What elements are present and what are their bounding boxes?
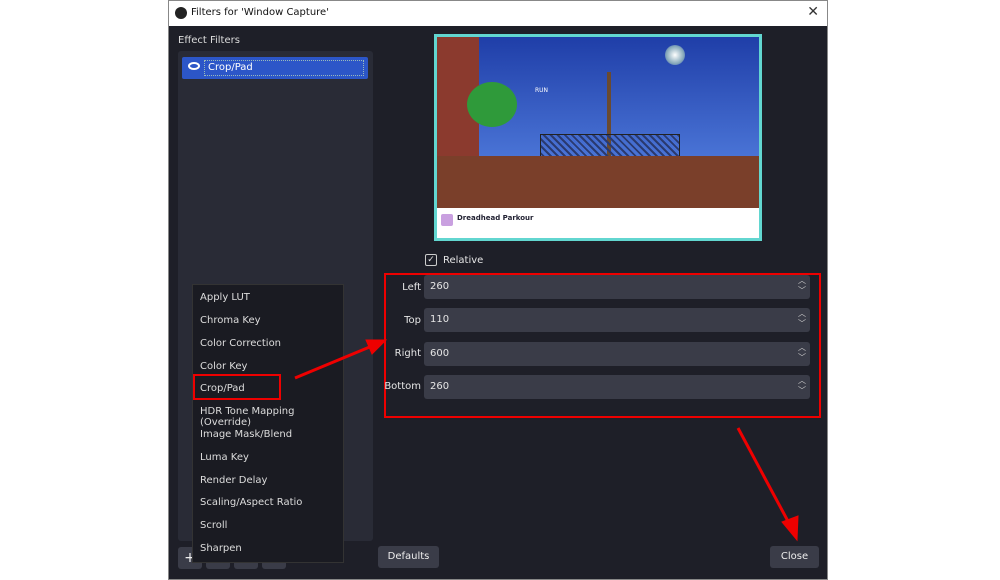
arrow-to-fields [294, 344, 373, 380]
arrow-head [365, 339, 388, 355]
arrow-head [781, 515, 799, 542]
annotation-arrows [294, 339, 799, 542]
arrow-to-close [736, 427, 792, 526]
